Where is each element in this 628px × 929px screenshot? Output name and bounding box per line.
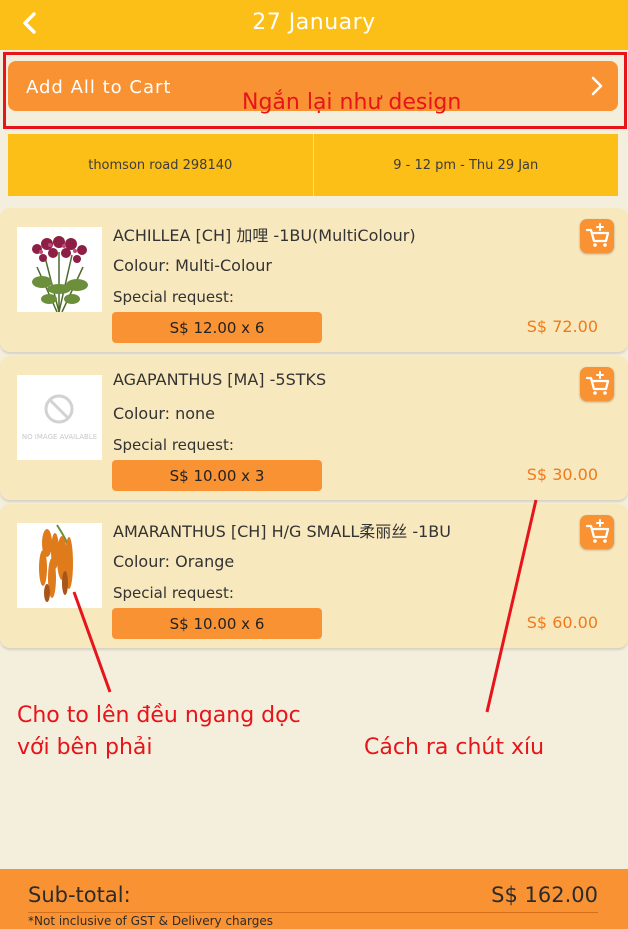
product-name: AMARANTHUS [CH] H/G SMALL柔丽丝 -1BU	[113, 522, 451, 541]
special-request-label[interactable]: Special request:	[113, 436, 234, 454]
product-image-placeholder: NO IMAGE AVAILABLE	[17, 375, 102, 460]
cart-item: ACHILLEA [CH] 加哩 -1BU(MultiColour) Colou…	[0, 208, 628, 352]
delivery-slot[interactable]: 9 - 12 pm - Thu 29 Jan	[312, 134, 619, 196]
product-name: ACHILLEA [CH] 加哩 -1BU(MultiColour)	[113, 226, 416, 245]
page-title: 27 January	[252, 10, 376, 35]
special-request-label[interactable]: Special request:	[113, 288, 234, 306]
delivery-address[interactable]: thomson road 298140	[8, 134, 313, 196]
delivery-info: thomson road 298140 9 - 12 pm - Thu 29 J…	[8, 134, 618, 196]
unit-price-quantity[interactable]: S$ 12.00 x 6	[112, 312, 322, 343]
unit-price-quantity[interactable]: S$ 10.00 x 3	[112, 460, 322, 491]
product-colour: Colour: Multi-Colour	[113, 256, 272, 275]
product-name: AGAPANTHUS [MA] -5STKS	[113, 370, 327, 389]
line-total: S$ 60.00	[526, 613, 598, 632]
cart-item: AMARANTHUS [CH] H/G SMALL柔丽丝 -1BU Colour…	[0, 504, 628, 648]
cart-plus-icon	[585, 223, 610, 247]
product-image	[17, 523, 102, 608]
add-to-cart-button[interactable]	[580, 367, 614, 401]
no-image-icon	[44, 394, 74, 424]
chevron-right-icon	[591, 76, 603, 96]
annotation-shorten: Ngắn lại như design	[242, 90, 462, 115]
product-image	[17, 227, 102, 312]
cart-plus-icon	[585, 371, 610, 395]
special-request-label[interactable]: Special request:	[113, 584, 234, 602]
add-to-cart-button[interactable]	[580, 515, 614, 549]
annotation-enlarge-line1: Cho to lên đều ngang dọc	[17, 703, 301, 728]
annotation-spacing: Cách ra chút xíu	[364, 735, 545, 760]
line-total: S$ 72.00	[526, 317, 598, 336]
product-colour: Colour: Orange	[113, 552, 235, 571]
subtotal-value: S$ 162.00	[491, 883, 598, 907]
tax-disclaimer: *Not inclusive of GST & Delivery charges	[28, 914, 273, 928]
no-image-text: NO IMAGE AVAILABLE	[21, 433, 98, 441]
footer-divider	[28, 912, 598, 913]
product-colour: Colour: none	[113, 404, 216, 423]
line-total: S$ 30.00	[526, 465, 598, 484]
cart-plus-icon	[585, 519, 610, 543]
add-to-cart-button[interactable]	[580, 219, 614, 253]
annotation-enlarge-line2: với bên phải	[17, 735, 153, 760]
unit-price-quantity[interactable]: S$ 10.00 x 6	[112, 608, 322, 639]
add-all-label: Add All to Cart	[26, 77, 172, 98]
cart-item: NO IMAGE AVAILABLE AGAPANTHUS [MA] -5STK…	[0, 356, 628, 500]
subtotal-footer: Sub-total: S$ 162.00 *Not inclusive of G…	[0, 869, 628, 929]
header-bar: 27 January	[0, 0, 628, 50]
subtotal-label: Sub-total:	[28, 883, 131, 907]
